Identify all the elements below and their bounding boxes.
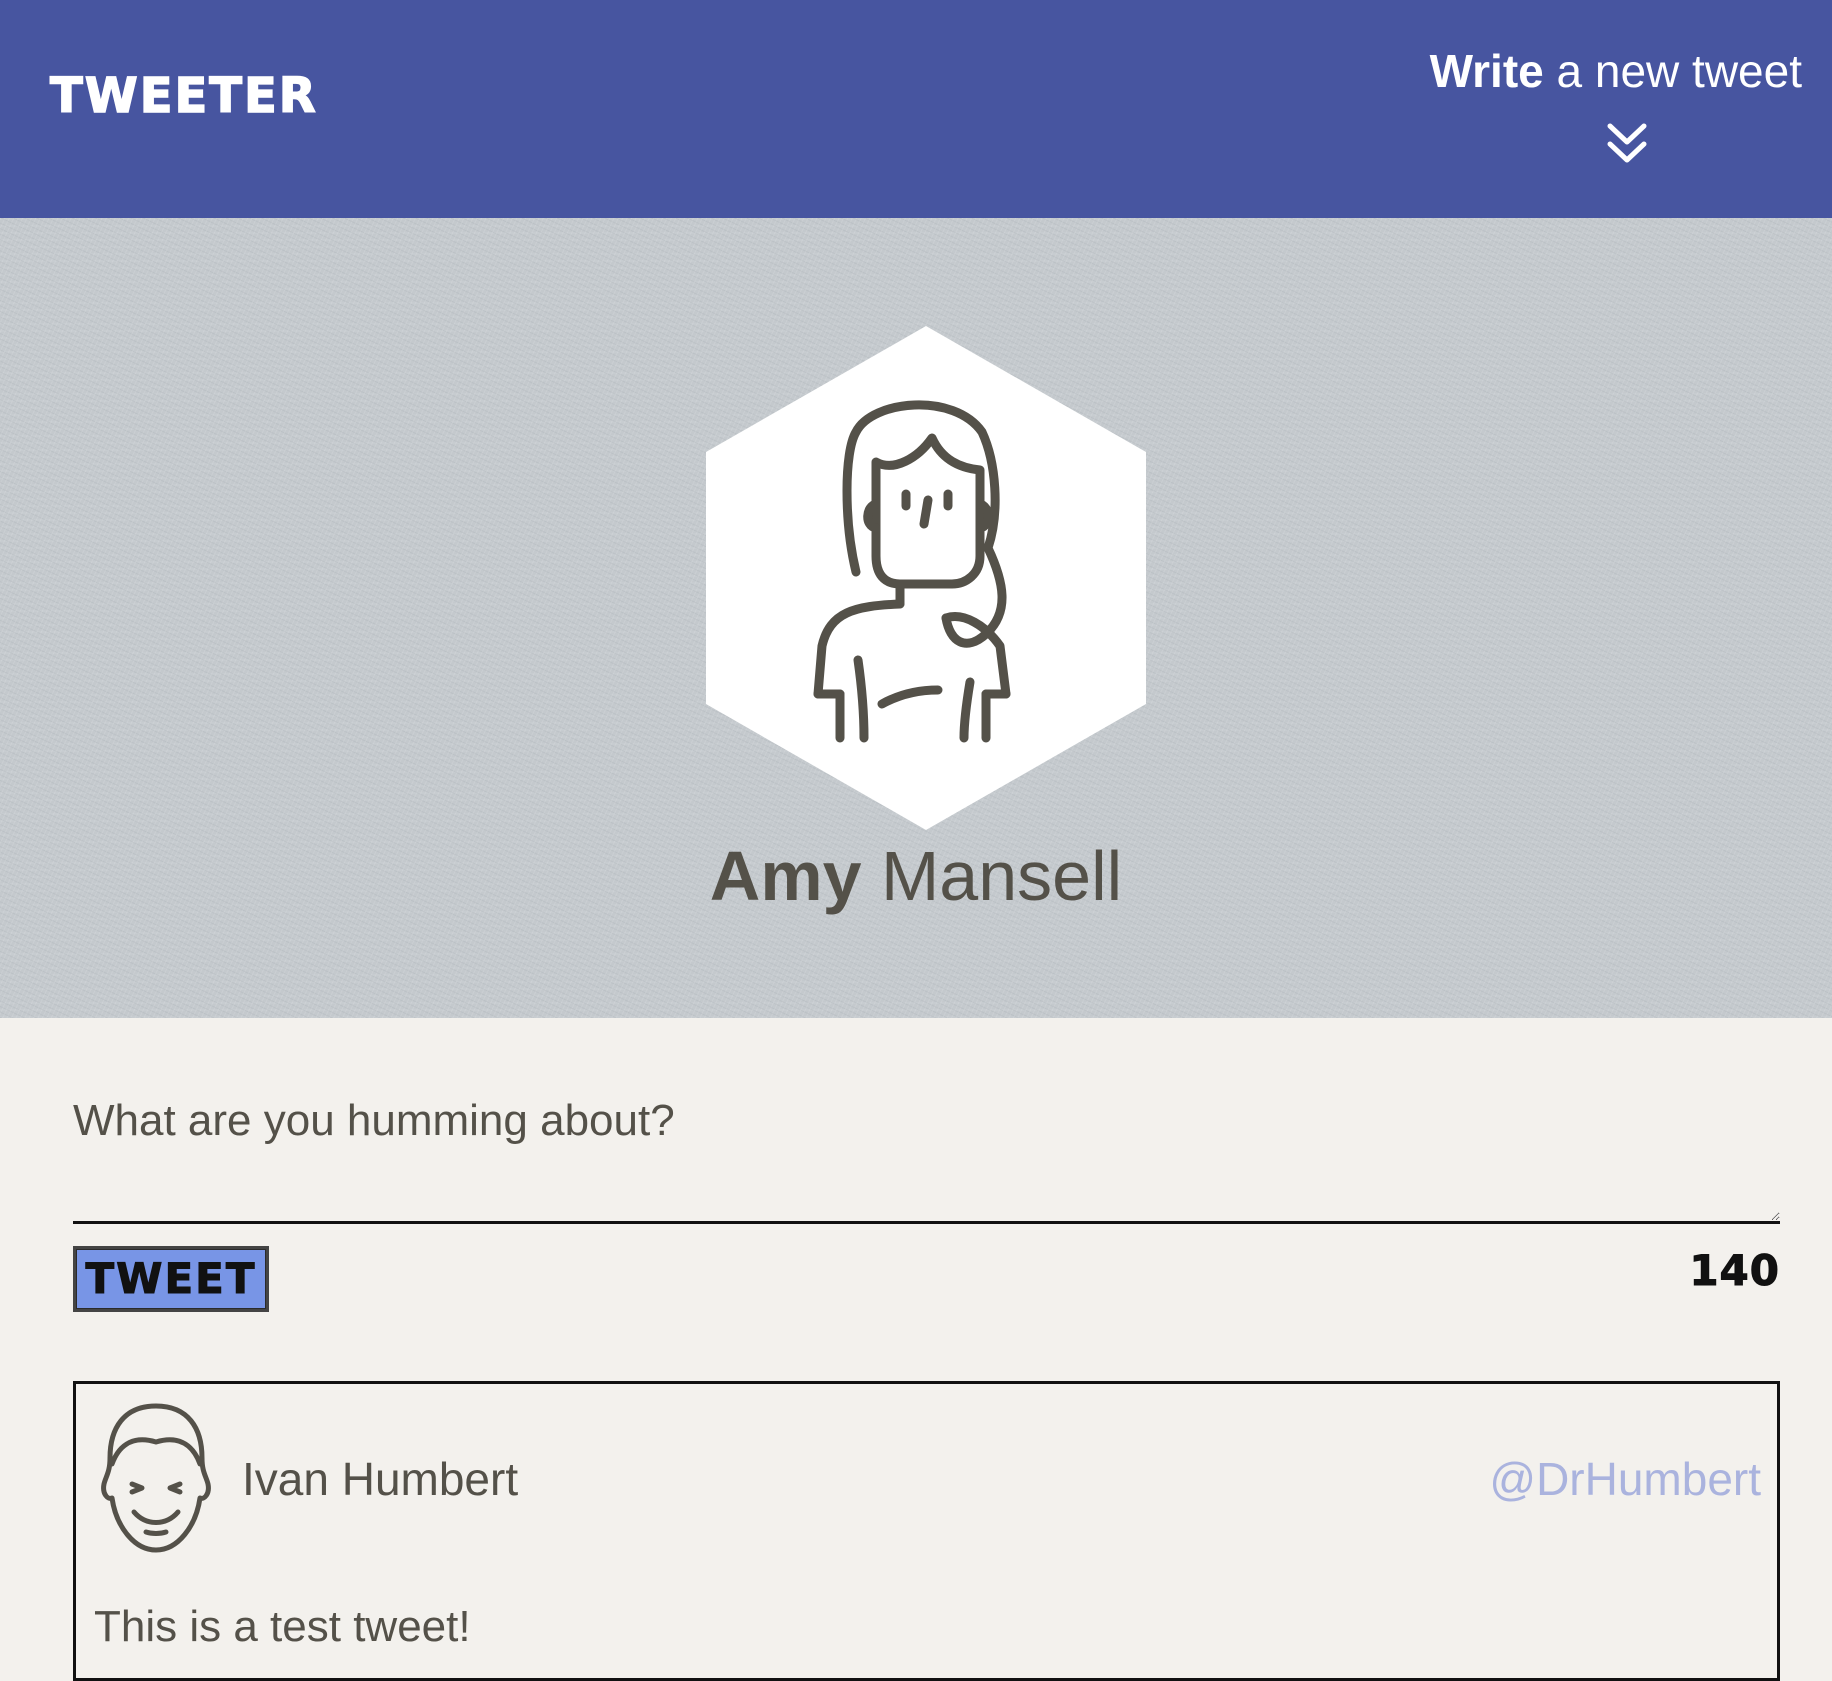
profile-header: Amy Mansell <box>0 218 1832 1018</box>
character-counter: 140 <box>1689 1246 1780 1296</box>
compose-tweet-section: TWEET 140 <box>73 1080 1780 1312</box>
tweet-input[interactable] <box>73 1080 1780 1224</box>
write-label-rest: a new tweet <box>1556 45 1802 97</box>
write-new-tweet-label[interactable]: Write a new tweet <box>1430 44 1802 98</box>
man-avatar-icon <box>101 1403 211 1553</box>
write-label-strong: Write <box>1429 45 1544 97</box>
top-navbar: TWEETER Write a new tweet <box>0 0 1832 218</box>
profile-first-name: Amy <box>709 837 862 915</box>
profile-last-name: Mansell <box>880 837 1123 915</box>
brand-logo[interactable]: TWEETER <box>49 67 318 125</box>
tweet-submit-button[interactable]: TWEET <box>73 1246 269 1312</box>
tweet-author-handle[interactable]: @DrHumbert <box>1489 1452 1761 1506</box>
tweet-card: Ivan Humbert @DrHumbert This is a test t… <box>73 1381 1780 1681</box>
profile-name: Amy Mansell <box>0 836 1832 916</box>
tweet-text: This is a test tweet! <box>94 1602 471 1651</box>
tweet-author-name[interactable]: Ivan Humbert <box>242 1452 518 1506</box>
double-chevron-down-icon[interactable] <box>1604 122 1650 166</box>
write-new-tweet-toggle[interactable]: Write a new tweet <box>1402 44 1802 174</box>
profile-avatar <box>706 326 1146 830</box>
